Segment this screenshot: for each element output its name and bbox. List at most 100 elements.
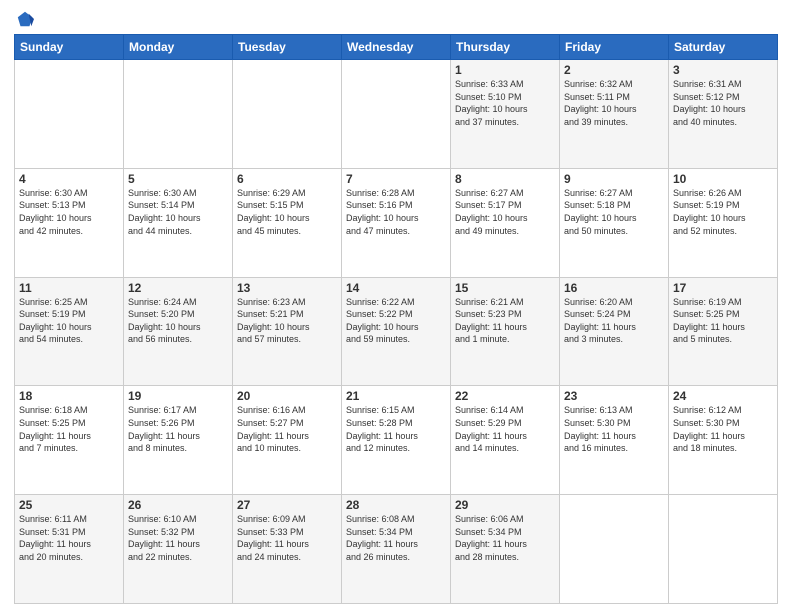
calendar-cell — [560, 495, 669, 604]
day-info: Sunrise: 6:21 AM Sunset: 5:23 PM Dayligh… — [455, 296, 555, 346]
calendar-cell: 11Sunrise: 6:25 AM Sunset: 5:19 PM Dayli… — [15, 277, 124, 386]
day-number: 22 — [455, 389, 555, 403]
day-info: Sunrise: 6:19 AM Sunset: 5:25 PM Dayligh… — [673, 296, 773, 346]
day-info: Sunrise: 6:32 AM Sunset: 5:11 PM Dayligh… — [564, 78, 664, 128]
day-info: Sunrise: 6:28 AM Sunset: 5:16 PM Dayligh… — [346, 187, 446, 237]
calendar-cell: 15Sunrise: 6:21 AM Sunset: 5:23 PM Dayli… — [451, 277, 560, 386]
day-info: Sunrise: 6:16 AM Sunset: 5:27 PM Dayligh… — [237, 404, 337, 454]
day-info: Sunrise: 6:09 AM Sunset: 5:33 PM Dayligh… — [237, 513, 337, 563]
day-number: 8 — [455, 172, 555, 186]
calendar-week-row: 4Sunrise: 6:30 AM Sunset: 5:13 PM Daylig… — [15, 168, 778, 277]
calendar-cell: 25Sunrise: 6:11 AM Sunset: 5:31 PM Dayli… — [15, 495, 124, 604]
day-number: 9 — [564, 172, 664, 186]
calendar-cell: 6Sunrise: 6:29 AM Sunset: 5:15 PM Daylig… — [233, 168, 342, 277]
calendar-cell — [15, 60, 124, 169]
day-info: Sunrise: 6:30 AM Sunset: 5:14 PM Dayligh… — [128, 187, 228, 237]
calendar-table: SundayMondayTuesdayWednesdayThursdayFrid… — [14, 34, 778, 604]
day-number: 12 — [128, 281, 228, 295]
calendar-cell: 9Sunrise: 6:27 AM Sunset: 5:18 PM Daylig… — [560, 168, 669, 277]
day-number: 20 — [237, 389, 337, 403]
calendar-cell: 8Sunrise: 6:27 AM Sunset: 5:17 PM Daylig… — [451, 168, 560, 277]
day-number: 6 — [237, 172, 337, 186]
logo-icon — [16, 10, 34, 28]
day-number: 25 — [19, 498, 119, 512]
calendar-cell: 21Sunrise: 6:15 AM Sunset: 5:28 PM Dayli… — [342, 386, 451, 495]
day-info: Sunrise: 6:08 AM Sunset: 5:34 PM Dayligh… — [346, 513, 446, 563]
day-number: 2 — [564, 63, 664, 77]
day-number: 19 — [128, 389, 228, 403]
calendar-cell: 24Sunrise: 6:12 AM Sunset: 5:30 PM Dayli… — [669, 386, 778, 495]
calendar-cell: 18Sunrise: 6:18 AM Sunset: 5:25 PM Dayli… — [15, 386, 124, 495]
day-info: Sunrise: 6:30 AM Sunset: 5:13 PM Dayligh… — [19, 187, 119, 237]
day-number: 16 — [564, 281, 664, 295]
day-number: 21 — [346, 389, 446, 403]
calendar-week-row: 11Sunrise: 6:25 AM Sunset: 5:19 PM Dayli… — [15, 277, 778, 386]
day-number: 4 — [19, 172, 119, 186]
weekday-header-sunday: Sunday — [15, 35, 124, 60]
day-info: Sunrise: 6:23 AM Sunset: 5:21 PM Dayligh… — [237, 296, 337, 346]
day-info: Sunrise: 6:18 AM Sunset: 5:25 PM Dayligh… — [19, 404, 119, 454]
calendar-cell: 20Sunrise: 6:16 AM Sunset: 5:27 PM Dayli… — [233, 386, 342, 495]
day-number: 28 — [346, 498, 446, 512]
day-info: Sunrise: 6:31 AM Sunset: 5:12 PM Dayligh… — [673, 78, 773, 128]
day-info: Sunrise: 6:33 AM Sunset: 5:10 PM Dayligh… — [455, 78, 555, 128]
calendar-cell — [233, 60, 342, 169]
calendar-cell: 26Sunrise: 6:10 AM Sunset: 5:32 PM Dayli… — [124, 495, 233, 604]
day-info: Sunrise: 6:13 AM Sunset: 5:30 PM Dayligh… — [564, 404, 664, 454]
weekday-header-tuesday: Tuesday — [233, 35, 342, 60]
weekday-header-friday: Friday — [560, 35, 669, 60]
calendar-cell: 28Sunrise: 6:08 AM Sunset: 5:34 PM Dayli… — [342, 495, 451, 604]
calendar-cell: 29Sunrise: 6:06 AM Sunset: 5:34 PM Dayli… — [451, 495, 560, 604]
day-info: Sunrise: 6:20 AM Sunset: 5:24 PM Dayligh… — [564, 296, 664, 346]
calendar-cell: 4Sunrise: 6:30 AM Sunset: 5:13 PM Daylig… — [15, 168, 124, 277]
day-info: Sunrise: 6:06 AM Sunset: 5:34 PM Dayligh… — [455, 513, 555, 563]
weekday-header-wednesday: Wednesday — [342, 35, 451, 60]
day-info: Sunrise: 6:29 AM Sunset: 5:15 PM Dayligh… — [237, 187, 337, 237]
calendar-cell — [124, 60, 233, 169]
day-number: 11 — [19, 281, 119, 295]
calendar-cell: 27Sunrise: 6:09 AM Sunset: 5:33 PM Dayli… — [233, 495, 342, 604]
day-number: 27 — [237, 498, 337, 512]
day-info: Sunrise: 6:27 AM Sunset: 5:17 PM Dayligh… — [455, 187, 555, 237]
day-number: 3 — [673, 63, 773, 77]
day-number: 24 — [673, 389, 773, 403]
day-info: Sunrise: 6:17 AM Sunset: 5:26 PM Dayligh… — [128, 404, 228, 454]
calendar-cell — [669, 495, 778, 604]
day-info: Sunrise: 6:11 AM Sunset: 5:31 PM Dayligh… — [19, 513, 119, 563]
day-info: Sunrise: 6:15 AM Sunset: 5:28 PM Dayligh… — [346, 404, 446, 454]
day-number: 18 — [19, 389, 119, 403]
day-info: Sunrise: 6:10 AM Sunset: 5:32 PM Dayligh… — [128, 513, 228, 563]
day-number: 15 — [455, 281, 555, 295]
calendar-cell: 14Sunrise: 6:22 AM Sunset: 5:22 PM Dayli… — [342, 277, 451, 386]
calendar-cell: 3Sunrise: 6:31 AM Sunset: 5:12 PM Daylig… — [669, 60, 778, 169]
day-number: 29 — [455, 498, 555, 512]
calendar-cell: 17Sunrise: 6:19 AM Sunset: 5:25 PM Dayli… — [669, 277, 778, 386]
day-number: 14 — [346, 281, 446, 295]
calendar-cell: 23Sunrise: 6:13 AM Sunset: 5:30 PM Dayli… — [560, 386, 669, 495]
day-info: Sunrise: 6:24 AM Sunset: 5:20 PM Dayligh… — [128, 296, 228, 346]
weekday-header-thursday: Thursday — [451, 35, 560, 60]
weekday-header-saturday: Saturday — [669, 35, 778, 60]
day-number: 10 — [673, 172, 773, 186]
calendar-cell: 2Sunrise: 6:32 AM Sunset: 5:11 PM Daylig… — [560, 60, 669, 169]
day-info: Sunrise: 6:14 AM Sunset: 5:29 PM Dayligh… — [455, 404, 555, 454]
calendar-week-row: 25Sunrise: 6:11 AM Sunset: 5:31 PM Dayli… — [15, 495, 778, 604]
day-number: 1 — [455, 63, 555, 77]
day-info: Sunrise: 6:22 AM Sunset: 5:22 PM Dayligh… — [346, 296, 446, 346]
page: SundayMondayTuesdayWednesdayThursdayFrid… — [0, 0, 792, 612]
logo — [14, 10, 34, 28]
day-number: 23 — [564, 389, 664, 403]
calendar-cell: 10Sunrise: 6:26 AM Sunset: 5:19 PM Dayli… — [669, 168, 778, 277]
header — [14, 10, 778, 28]
day-info: Sunrise: 6:27 AM Sunset: 5:18 PM Dayligh… — [564, 187, 664, 237]
weekday-header-monday: Monday — [124, 35, 233, 60]
day-number: 5 — [128, 172, 228, 186]
calendar-cell: 22Sunrise: 6:14 AM Sunset: 5:29 PM Dayli… — [451, 386, 560, 495]
calendar-header-row: SundayMondayTuesdayWednesdayThursdayFrid… — [15, 35, 778, 60]
calendar-cell: 13Sunrise: 6:23 AM Sunset: 5:21 PM Dayli… — [233, 277, 342, 386]
day-info: Sunrise: 6:26 AM Sunset: 5:19 PM Dayligh… — [673, 187, 773, 237]
day-number: 26 — [128, 498, 228, 512]
calendar-cell: 7Sunrise: 6:28 AM Sunset: 5:16 PM Daylig… — [342, 168, 451, 277]
day-number: 13 — [237, 281, 337, 295]
day-info: Sunrise: 6:25 AM Sunset: 5:19 PM Dayligh… — [19, 296, 119, 346]
